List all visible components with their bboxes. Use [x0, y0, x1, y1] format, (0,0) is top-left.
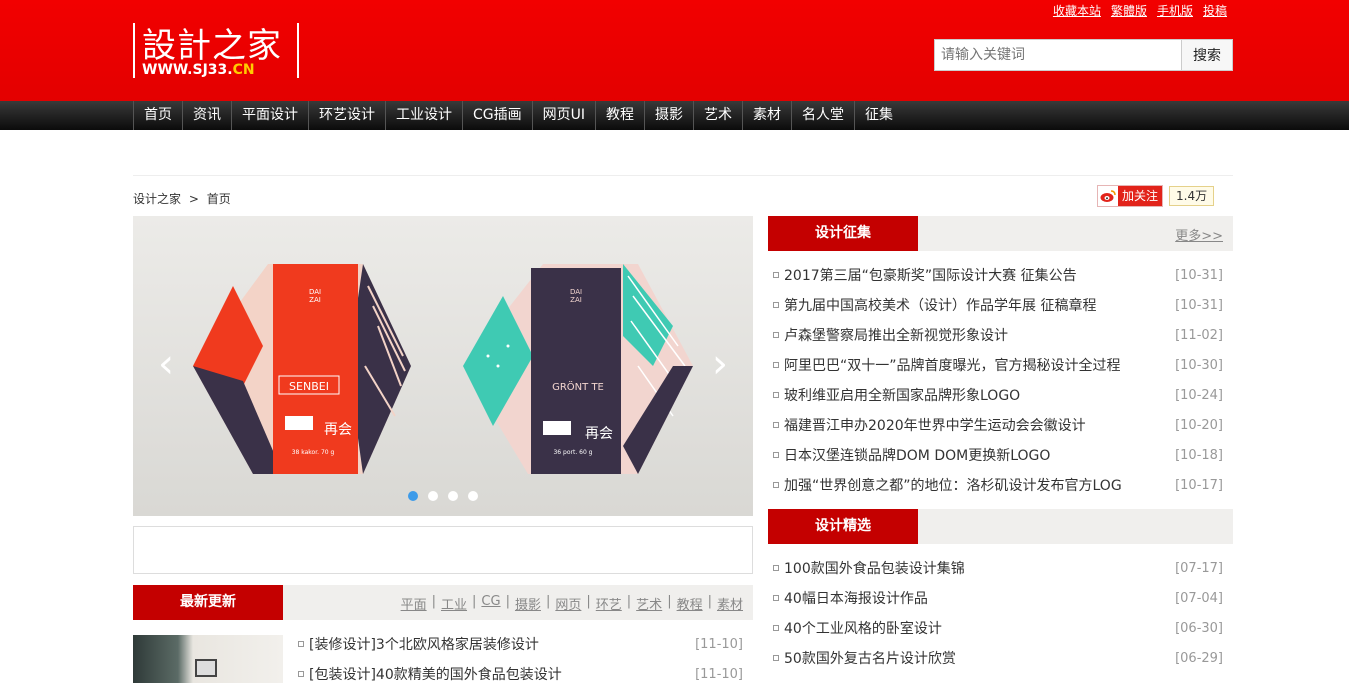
site-header: 收藏本站 繁體版 手机版 投稿 設計之家 WWW.SJ33.CN 搜索: [0, 0, 1349, 101]
weibo-follow-button[interactable]: 加关注: [1097, 185, 1164, 207]
cat-link[interactable]: 平面: [401, 594, 427, 613]
slider-dots: [408, 491, 478, 501]
svg-text:ZAI: ZAI: [570, 296, 582, 304]
list-item[interactable]: 40个工业风格的卧室设计 [06-30]: [768, 614, 1233, 644]
svg-text:再会: 再会: [324, 422, 352, 438]
jingxuan-list: 100款国外食品包装设计集锦 [07-17] 40幅日本海报设计作品 [07-04]…: [768, 554, 1233, 674]
traditional-link[interactable]: 繁體版: [1111, 2, 1147, 19]
list-item[interactable]: 加强“世界创意之都”的地位：洛杉矶设计发布官方LOG [10-17]: [768, 471, 1233, 501]
nav-item-art[interactable]: 艺术: [693, 101, 742, 130]
logo-url: WWW.SJ33.CN: [142, 62, 255, 78]
slider-dot[interactable]: [408, 491, 418, 501]
list-item[interactable]: 日本汉堡连锁品牌DOM DOM更换新LOGO [10-18]: [768, 441, 1233, 471]
nav-item-material[interactable]: 素材: [742, 101, 791, 130]
svg-text:36 port. 60 g: 36 port. 60 g: [553, 449, 592, 456]
banner-image: DAI ZAI SENBEI 38 kakor. 70 g 再会 DAI ZAI…: [133, 216, 753, 516]
bookmark-link[interactable]: 收藏本站: [1053, 2, 1101, 19]
breadcrumb-current[interactable]: 首页: [207, 192, 231, 206]
banner-slider[interactable]: DAI ZAI SENBEI 38 kakor. 70 g 再会 DAI ZAI…: [133, 216, 753, 516]
latest-list: [装修设计]3个北欧风格家居装修设计 [11-10] [包装设计]40款精美的国外…: [293, 630, 753, 690]
cat-link[interactable]: 素材: [717, 594, 743, 613]
weibo-follow-label: 加关注: [1118, 186, 1163, 206]
nav-item-hall[interactable]: 名人堂: [791, 101, 854, 130]
list-item[interactable]: 卢森堡警察局推出全新视觉形象设计 [11-02]: [768, 321, 1233, 351]
nav-item-webui[interactable]: 网页UI: [531, 101, 595, 130]
nav-item-collect[interactable]: 征集: [854, 101, 903, 130]
nav-item-home[interactable]: 首页: [133, 101, 182, 130]
weibo-follow: 加关注 1.4万: [1097, 185, 1215, 207]
slider-prev-icon[interactable]: ‹: [151, 344, 181, 384]
slider-dot[interactable]: [428, 491, 438, 501]
list-item[interactable]: [装修设计]3个北欧风格家居装修设计 [11-10]: [293, 630, 753, 660]
jingxuan-header: 设计精选: [768, 509, 1233, 544]
breadcrumb: 设计之家 > 首页: [133, 190, 231, 207]
weibo-icon: [1098, 186, 1118, 206]
nav-item-news[interactable]: 资讯: [182, 101, 231, 130]
top-links: 收藏本站 繁體版 手机版 投稿: [1053, 2, 1227, 19]
cat-link[interactable]: 摄影: [515, 594, 541, 613]
svg-text:38 kakor. 70 g: 38 kakor. 70 g: [292, 449, 335, 456]
logo-text: 設計之家: [142, 26, 282, 66]
zhengji-list: 2017第三届“包豪斯奖”国际设计大赛 征集公告 [10-31] 第九届中国高校美…: [768, 261, 1233, 501]
latest-header: 最新更新 平面 | 工业 | CG | 摄影 | 网页 | 环艺 | 艺术 | 教程 | 素材: [133, 585, 753, 620]
nav-item-environment[interactable]: 环艺设计: [308, 101, 385, 130]
list-item[interactable]: [包装设计]40款精美的国外食品包装设计 [11-10]: [293, 660, 753, 690]
cat-link[interactable]: CG: [481, 594, 500, 613]
slider-next-icon[interactable]: ›: [705, 344, 735, 384]
svg-text:ZAI: ZAI: [309, 296, 321, 304]
nav-item-industrial[interactable]: 工业设计: [385, 101, 462, 130]
nav-item-cg[interactable]: CG插画: [462, 101, 532, 130]
jingxuan-tab[interactable]: 设计精选: [768, 509, 918, 544]
logo-bar-right: [297, 23, 299, 78]
list-item[interactable]: 2017第三届“包豪斯奖”国际设计大赛 征集公告 [10-31]: [768, 261, 1233, 291]
list-item[interactable]: 阿里巴巴“双十一”品牌首度曝光，官方揭秘设计全过程 [10-30]: [768, 351, 1233, 381]
breadcrumb-home[interactable]: 设计之家: [133, 192, 181, 206]
cat-link[interactable]: 教程: [677, 594, 703, 613]
list-item[interactable]: 100款国外食品包装设计集锦 [07-17]: [768, 554, 1233, 584]
latest-thumbnail[interactable]: [133, 635, 283, 683]
latest-tab[interactable]: 最新更新: [133, 585, 283, 620]
cat-link[interactable]: 网页: [555, 594, 581, 613]
svg-text:SENBEI: SENBEI: [289, 380, 329, 393]
weibo-follower-count: 1.4万: [1169, 186, 1215, 206]
divider: [133, 175, 1233, 176]
nav-item-tutorial[interactable]: 教程: [595, 101, 644, 130]
slider-dot[interactable]: [468, 491, 478, 501]
more-link[interactable]: 更多>>: [1175, 225, 1223, 244]
ad-slot: [133, 526, 753, 574]
list-item[interactable]: 福建晋江申办2020年世界中学生运动会会徽设计 [10-20]: [768, 411, 1233, 441]
cat-link[interactable]: 艺术: [636, 594, 662, 613]
breadcrumb-sep: >: [188, 192, 199, 206]
latest-categories: 平面 | 工业 | CG | 摄影 | 网页 | 环艺 | 艺术 | 教程 | 素材: [400, 594, 743, 613]
nav-item-photo[interactable]: 摄影: [644, 101, 693, 130]
zhengji-header: 设计征集 更多>>: [768, 216, 1233, 251]
main-nav: 首页 资讯 平面设计 环艺设计 工业设计 CG插画 网页UI 教程 摄影 艺术 …: [0, 101, 1349, 130]
logo-bar-left: [133, 23, 135, 78]
slider-dot[interactable]: [448, 491, 458, 501]
mobile-link[interactable]: 手机版: [1157, 2, 1193, 19]
svg-text:DAI: DAI: [570, 288, 582, 296]
svg-text:GRÖNT TE: GRÖNT TE: [552, 380, 604, 393]
submit-link[interactable]: 投稿: [1203, 2, 1227, 19]
list-item[interactable]: 第九届中国高校美术（设计）作品学年展 征稿章程 [10-31]: [768, 291, 1233, 321]
nav-item-graphic[interactable]: 平面设计: [231, 101, 308, 130]
svg-text:再会: 再会: [585, 426, 613, 442]
list-item[interactable]: 50款国外复古名片设计欣赏 [06-29]: [768, 644, 1233, 674]
search-box: 搜索: [934, 39, 1233, 71]
search-input[interactable]: [934, 39, 1182, 71]
svg-text:DAI: DAI: [309, 288, 321, 296]
list-item[interactable]: 40幅日本海报设计作品 [07-04]: [768, 584, 1233, 614]
cat-link[interactable]: 环艺: [596, 594, 622, 613]
zhengji-tab[interactable]: 设计征集: [768, 216, 918, 251]
cat-link[interactable]: 工业: [441, 594, 467, 613]
list-item[interactable]: 玻利维亚启用全新国家品牌形象LOGO [10-24]: [768, 381, 1233, 411]
site-logo[interactable]: 設計之家 WWW.SJ33.CN: [133, 20, 299, 80]
search-button[interactable]: 搜索: [1182, 39, 1233, 71]
